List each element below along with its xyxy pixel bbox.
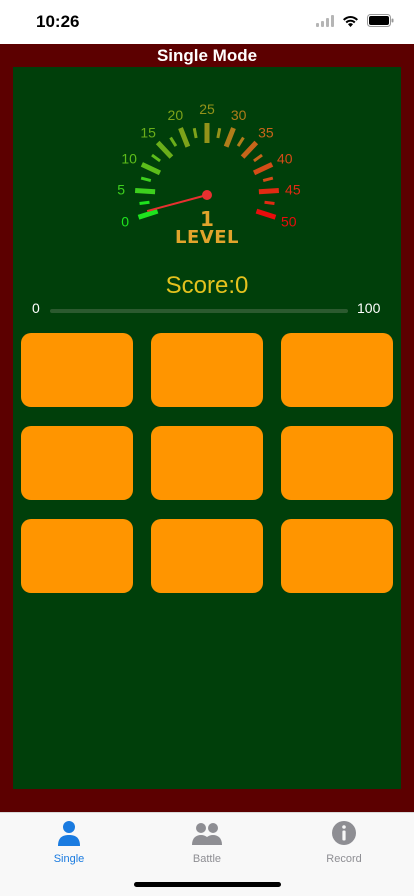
gauge-minor-tick (139, 200, 150, 206)
tab-label: Single (53, 853, 85, 865)
info-icon (332, 821, 356, 845)
gauge-major-tick (134, 187, 156, 195)
gauge-major-tick (178, 127, 191, 148)
tile[interactable] (281, 333, 393, 407)
status-bar: 10:26 (0, 0, 414, 44)
tab-battle[interactable]: Battle (167, 819, 247, 871)
status-time: 10:26 (36, 12, 80, 31)
tile[interactable] (281, 519, 393, 593)
gauge-tick-label: 5 (117, 182, 125, 198)
level-label: LEVEL (175, 227, 239, 248)
tile[interactable] (151, 426, 263, 500)
gauge-minor-tick (216, 127, 222, 139)
gauge-tick-label: 20 (168, 107, 184, 123)
game-frame: Single Mode 0 5 10 15 20 25 30 35 40 45 50 1 LEVEL… (0, 44, 414, 812)
gauge-tick-label: 15 (140, 124, 156, 140)
tile[interactable] (151, 519, 263, 593)
gauge-minor-tick (236, 136, 245, 147)
person-icon (58, 821, 80, 846)
score-progress-bar (50, 309, 348, 313)
progress-min-label: 0 (32, 300, 40, 316)
gauge-tick-label: 35 (258, 124, 274, 140)
gauge-major-tick (155, 140, 174, 159)
gauge-tick-label: 30 (231, 107, 247, 123)
score-label: Score:0 (165, 272, 249, 299)
gauge-major-tick (223, 127, 236, 148)
gauge-minor-tick (140, 176, 152, 183)
gauge-tick-label: 45 (285, 182, 301, 198)
status-icons (316, 14, 394, 27)
tab-record[interactable]: Record (304, 819, 384, 871)
gauge-major-tick (140, 162, 162, 176)
wifi-icon (343, 15, 358, 27)
tile[interactable] (281, 426, 393, 500)
signal-icon (316, 14, 334, 27)
gauge-minor-tick (264, 200, 275, 206)
tab-label: Record (326, 853, 362, 865)
game-board: 0 5 10 15 20 25 30 35 40 45 50 1 LEVEL Score:0 0 1… (13, 67, 401, 789)
tab-single[interactable]: Single (29, 819, 109, 871)
gauge-tick-label: 10 (121, 150, 137, 166)
gauge-tick-label: 40 (277, 150, 293, 166)
gauge-needle-hub (202, 190, 212, 200)
tile-grid (21, 333, 393, 593)
gauge-minor-tick (169, 136, 178, 147)
tile[interactable] (21, 519, 133, 593)
battery-icon (367, 14, 394, 27)
gauge-minor-tick (192, 127, 198, 139)
tab-label: Battle (192, 853, 222, 865)
people-icon (192, 823, 222, 845)
gauge-tick-label: 25 (199, 101, 215, 117)
tile[interactable] (21, 333, 133, 407)
progress-max-label: 100 (357, 300, 381, 316)
gauge-major-tick (240, 140, 259, 159)
gauge-minor-tick (262, 176, 274, 183)
gauge-minor-tick (151, 153, 161, 163)
gauge-minor-tick (253, 153, 263, 163)
home-indicator (134, 882, 281, 887)
tile[interactable] (151, 333, 263, 407)
gauge-major-tick (258, 187, 280, 195)
tile[interactable] (21, 426, 133, 500)
page-title: Single Mode (156, 46, 258, 65)
gauge-major-tick (252, 162, 274, 176)
